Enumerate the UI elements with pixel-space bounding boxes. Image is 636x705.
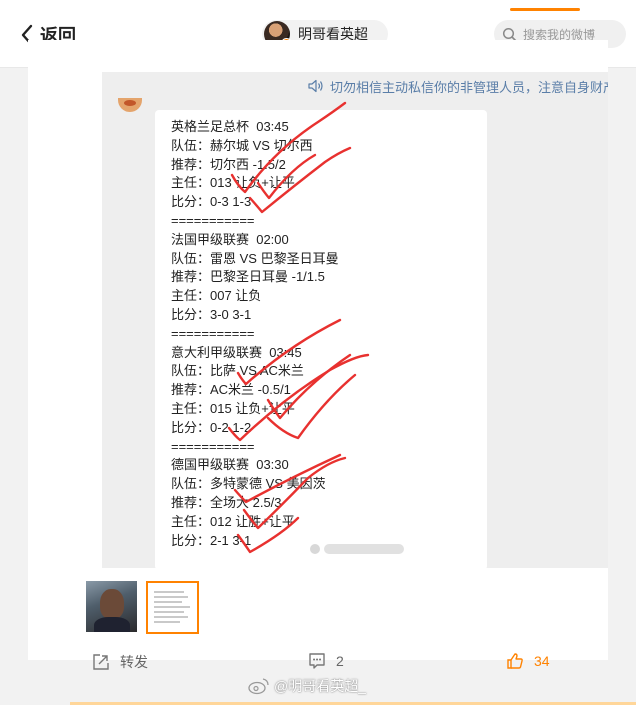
like-button[interactable]: 34: [506, 652, 550, 670]
message-line: 主任：007 让负: [171, 288, 262, 304]
footer-watermark-text: @明哥看英超_: [274, 678, 366, 694]
message-line: 主任：012 让胜+让平: [171, 513, 295, 529]
weibo-logo-icon: [248, 678, 269, 695]
message-line: 推荐：切尔西 -1.5/2: [171, 156, 286, 172]
thumbs-up-icon: [507, 653, 523, 669]
message-line: 推荐：全场大 2.5/3: [171, 494, 282, 510]
watermark-bar: [324, 544, 404, 554]
blurred-watermark: [310, 544, 404, 554]
repost-button[interactable]: 转发: [92, 652, 148, 672]
image-thumbnail-2-selected[interactable]: [146, 581, 199, 634]
repost-label: 转发: [120, 654, 148, 670]
message-line: 德国甲级联赛 03:30: [171, 457, 289, 473]
active-tab-indicator: [510, 8, 580, 11]
message-line: 比分：0-2 1-2: [171, 419, 252, 435]
message-text: 英格兰足总杯 03:45 队伍：赫尔城 VS 切尔西 推荐：切尔西 -1.5/2 主任…: [171, 118, 339, 550]
repost-icon: [93, 654, 109, 670]
image-thumbnail-1[interactable]: [86, 581, 137, 632]
speaker-icon: [308, 79, 323, 93]
message-line: 推荐：巴黎圣日耳曼 -1/1.5: [171, 269, 325, 285]
message-line: 队伍：多特蒙德 VS 美因茨: [171, 476, 326, 492]
footer-watermark: @明哥看英超_: [248, 676, 366, 696]
comment-count: 2: [336, 653, 344, 669]
notice-text: 切勿相信主动私信你的非管理人员，注意自身财产: [330, 79, 608, 95]
comment-icon: [309, 653, 325, 669]
like-count: 34: [534, 653, 550, 669]
comment-button[interactable]: 2: [308, 652, 344, 670]
watermark-dot: [310, 544, 320, 554]
message-line: 意大利甲级联赛 03:45: [171, 344, 302, 360]
message-line: 队伍：比萨 VS AC米兰: [171, 363, 304, 379]
message-line: 推荐：AC米兰 -0.5/1: [171, 382, 291, 398]
message-line: 比分：3-0 3-1: [171, 306, 252, 322]
message-line: 队伍：雷恩 VS 巴黎圣日耳曼: [171, 250, 339, 266]
message-line: ===========: [171, 438, 255, 454]
message-line: 法国甲级联赛 02:00: [171, 231, 289, 247]
message-line: 主任：015 让负+让平: [171, 400, 295, 416]
message-line: 队伍：赫尔城 VS 切尔西: [171, 137, 313, 153]
message-line: ===========: [171, 325, 255, 341]
message-line: 比分：0-3 1-3: [171, 194, 252, 210]
safety-notice: 切勿相信主动私信你的非管理人员，注意自身财产: [102, 72, 608, 100]
message-line: 英格兰足总杯 03:45: [171, 119, 289, 134]
message-line: ===========: [171, 212, 255, 228]
message-line: 主任：013 让负+让平: [171, 175, 295, 191]
